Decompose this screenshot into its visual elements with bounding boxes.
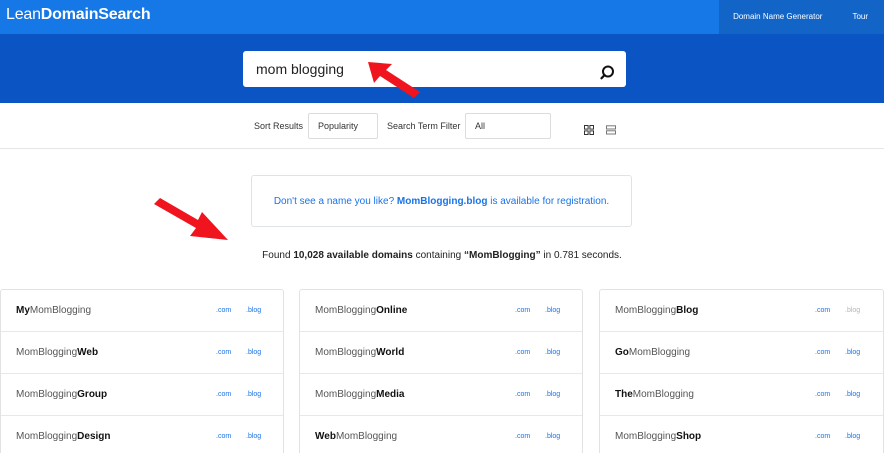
domain-name: MomBloggingWeb: [16, 347, 99, 358]
domain-column-1: MyMomBlogging .com .blog MomBloggingWeb …: [0, 289, 284, 453]
domain-row[interactable]: MomBloggingDesign .com .blog: [1, 416, 283, 453]
domain-row[interactable]: MomBloggingWeb .com .blog: [1, 332, 283, 374]
domain-name: WebMomBlogging: [315, 431, 398, 442]
domain-name: MomBloggingBlog: [615, 305, 699, 316]
tld-blog-link[interactable]: .blog: [845, 349, 860, 356]
tld-blog-link[interactable]: .blog: [246, 349, 261, 356]
sort-results-select[interactable]: Popularity: [308, 113, 378, 139]
search-icon[interactable]: [600, 64, 618, 82]
found-suffix: in 0.781 seconds.: [540, 250, 622, 261]
domain-name: GoMomBlogging: [615, 347, 691, 358]
found-middle: containing: [412, 250, 464, 261]
domain-row[interactable]: MyMomBlogging .com .blog: [1, 290, 283, 332]
domain-name: MomBloggingOnline: [315, 305, 408, 316]
tld-com-link[interactable]: .com: [815, 433, 830, 440]
nav-domain-name-generator[interactable]: Domain Name Generator: [719, 0, 837, 34]
domain-row[interactable]: GoMomBlogging .com .blog: [600, 332, 883, 374]
domain-row[interactable]: MomBloggingMedia .com .blog: [300, 374, 582, 416]
search-term-filter-label: Search Term Filter: [387, 121, 461, 131]
tld-blog-link[interactable]: .blog: [845, 433, 860, 440]
domain-name: MomBloggingGroup: [16, 389, 108, 400]
tld-com-link[interactable]: .com: [815, 391, 830, 398]
domain-name: MomBloggingWorld: [315, 347, 405, 358]
domain-column-3: MomBloggingBlog .com .blog GoMomBlogging…: [599, 289, 884, 453]
tld-blog-link[interactable]: .blog: [545, 349, 560, 356]
page: LeanDomainSearch Domain Name Generator T…: [0, 0, 884, 453]
logo-lean: Lean: [6, 6, 41, 23]
found-count: 10,028: [293, 250, 324, 261]
tld-com-link[interactable]: .com: [815, 307, 830, 314]
list-view-icon[interactable]: [606, 122, 616, 135]
sort-results-label: Sort Results: [254, 121, 304, 131]
domain-row[interactable]: MomBloggingBlog .com .blog: [600, 290, 883, 332]
availability-message: Don't see a name you like? MomBlogging.b…: [251, 175, 632, 227]
red-arrow-results-icon: [154, 198, 228, 240]
search-box[interactable]: [243, 51, 626, 87]
tld-com-link[interactable]: .com: [216, 433, 231, 440]
results-summary: Found 10,028 available domains containin…: [0, 250, 884, 261]
tld-com-link[interactable]: .com: [515, 349, 530, 356]
tld-blog-link[interactable]: .blog: [246, 433, 261, 440]
domain-row[interactable]: TheMomBlogging .com .blog: [600, 374, 883, 416]
domain-name: MomBloggingDesign: [16, 431, 111, 442]
tld-com-link[interactable]: .com: [515, 307, 530, 314]
nav-tour[interactable]: Tour: [836, 0, 884, 34]
tld-com-link[interactable]: .com: [515, 391, 530, 398]
tld-com-link[interactable]: .com: [216, 391, 231, 398]
logo[interactable]: LeanDomainSearch: [6, 6, 151, 24]
available-domain-link[interactable]: MomBlogging.blog: [397, 196, 488, 207]
found-term: “MomBlogging”: [464, 250, 541, 261]
tld-blog-link[interactable]: .blog: [545, 433, 560, 440]
tld-blog-link[interactable]: .blog: [246, 307, 261, 314]
nav-links: Domain Name Generator Tour: [719, 0, 884, 34]
domain-row[interactable]: WebMomBlogging .com .blog: [300, 416, 582, 453]
found-prefix: Found: [262, 250, 294, 261]
tld-blog-link[interactable]: .blog: [545, 307, 560, 314]
domain-name: MomBloggingMedia: [315, 389, 405, 400]
red-arrow-search-icon: [368, 62, 420, 98]
search-band: [0, 34, 884, 103]
filter-bar: Sort Results Popularity Search Term Filt…: [0, 103, 884, 149]
domain-column-2: MomBloggingOnline .com .blog MomBlogging…: [299, 289, 583, 453]
tld-blog-link[interactable]: .blog: [545, 391, 560, 398]
tld-com-link[interactable]: .com: [216, 307, 231, 314]
tld-blog-unavailable: .blog: [845, 307, 861, 314]
message-prefix: Don't see a name you like?: [273, 196, 397, 207]
domain-row[interactable]: MomBloggingGroup .com .blog: [1, 374, 283, 416]
top-nav: LeanDomainSearch Domain Name Generator T…: [0, 0, 884, 34]
grid-view-icon[interactable]: [584, 122, 594, 135]
domain-row[interactable]: MomBloggingWorld .com .blog: [300, 332, 582, 374]
domain-name: TheMomBlogging: [615, 389, 694, 400]
logo-domain-search: DomainSearch: [40, 6, 151, 23]
tld-com-link[interactable]: .com: [515, 433, 530, 440]
message-suffix: is available for registration.: [487, 196, 610, 207]
search-term-filter-select[interactable]: All: [465, 113, 551, 139]
domain-row[interactable]: MomBloggingOnline .com .blog: [300, 290, 582, 332]
domain-name: MyMomBlogging: [16, 305, 92, 316]
tld-blog-link[interactable]: .blog: [845, 391, 860, 398]
domain-name: MomBloggingShop: [615, 431, 702, 442]
tld-com-link[interactable]: .com: [216, 349, 231, 356]
found-count-label: available domains: [323, 250, 413, 261]
tld-blog-link[interactable]: .blog: [246, 391, 261, 398]
domain-row[interactable]: MomBloggingShop .com .blog: [600, 416, 883, 453]
tld-com-link[interactable]: .com: [815, 349, 830, 356]
